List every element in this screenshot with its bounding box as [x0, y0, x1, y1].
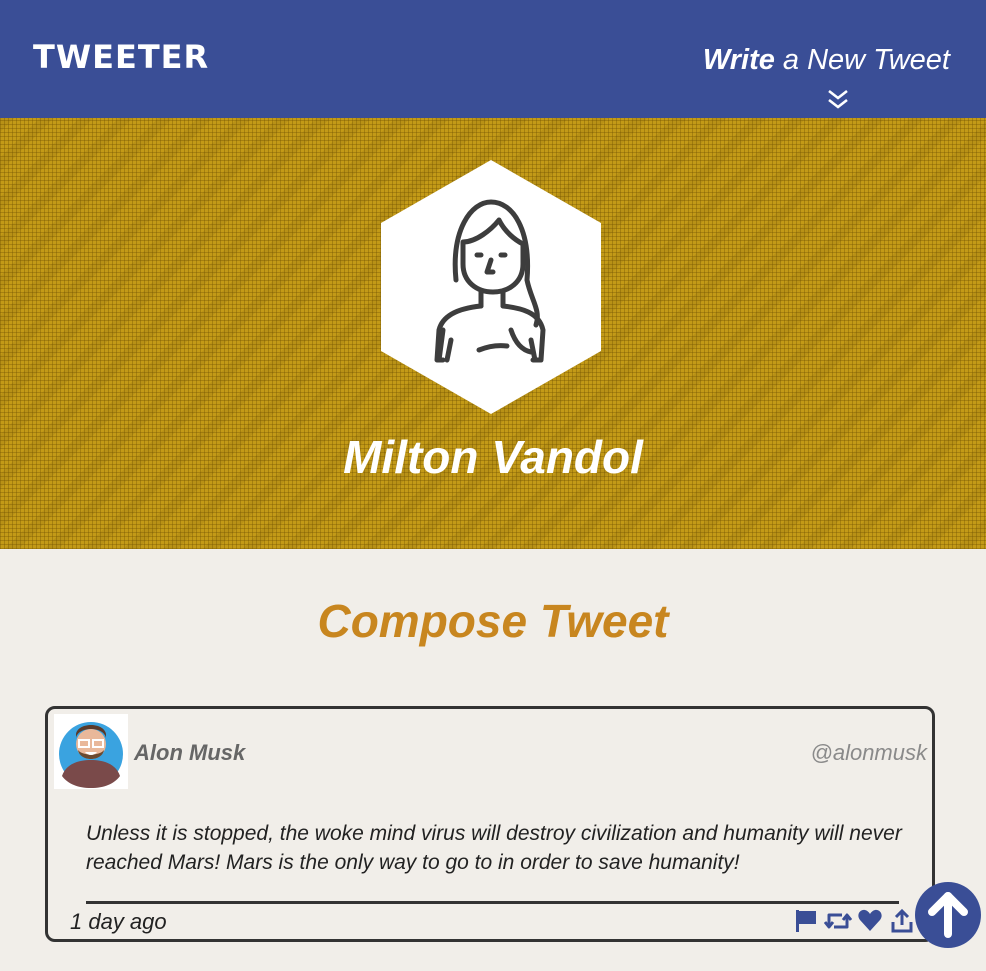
profile-name: Milton Vandol: [343, 431, 643, 483]
tweet-text: Unless it is stopped, the woke mind viru…: [86, 822, 902, 874]
compose-tweet-title: Compose Tweet: [317, 595, 669, 647]
top-nav: TWEETER Write a New Tweet: [0, 0, 986, 118]
tweet-divider: [86, 901, 899, 904]
author-avatar: [54, 714, 128, 789]
tweet-timestamp: 1 day ago: [70, 909, 167, 934]
double-chevron-down-icon[interactable]: [826, 88, 850, 112]
retweet-icon[interactable]: [824, 907, 852, 935]
author-name[interactable]: Alon Musk: [134, 740, 245, 766]
scroll-to-top-button[interactable]: [915, 882, 981, 948]
write-new-tweet-link[interactable]: Write a New Tweet: [703, 44, 950, 77]
logo[interactable]: TWEETER: [33, 38, 209, 76]
arrow-up-icon: [928, 892, 968, 938]
write-strong-label: Write: [702, 44, 775, 76]
author-handle[interactable]: @alonmusk: [811, 740, 928, 766]
heart-icon[interactable]: [856, 907, 884, 935]
tweet-card: Alon Musk @alonmusk Unless it is stopped…: [45, 706, 935, 942]
profile-avatar: [381, 160, 601, 414]
tweet-actions: [792, 907, 916, 935]
share-icon[interactable]: [888, 907, 916, 935]
write-rest-label: a New Tweet: [774, 44, 950, 76]
flag-icon[interactable]: [792, 907, 820, 935]
